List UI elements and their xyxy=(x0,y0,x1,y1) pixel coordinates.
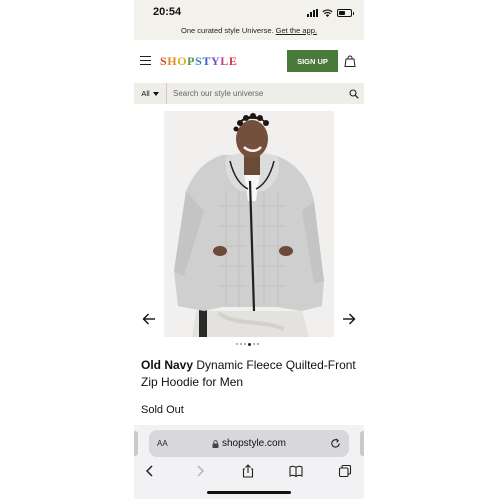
next-image-arrow-icon[interactable] xyxy=(342,312,356,326)
logo-letter: T xyxy=(202,54,211,68)
logo-letter: E xyxy=(228,54,238,68)
promo-banner: One curated style Universe. Get the app. xyxy=(134,24,364,40)
menu-icon[interactable] xyxy=(140,56,151,65)
logo-letter: P xyxy=(187,54,196,68)
battery-icon xyxy=(337,9,354,17)
carousel-dots[interactable] xyxy=(236,342,259,346)
url-display[interactable]: shopstyle.com xyxy=(212,438,286,449)
previous-tab-edge[interactable] xyxy=(134,431,138,456)
lock-icon xyxy=(212,439,219,448)
search-icon[interactable] xyxy=(344,83,364,104)
caret-down-icon xyxy=(152,91,159,96)
tabs-icon[interactable] xyxy=(338,464,352,478)
text-size-button[interactable]: AA xyxy=(157,439,168,448)
product-brand[interactable]: Old Navy xyxy=(141,358,193,372)
next-tab-edge[interactable] xyxy=(360,431,364,456)
product-photo-illustration xyxy=(164,111,334,337)
carousel-dot[interactable] xyxy=(248,342,251,346)
phone-screen: 20:54 One curated style Universe. Get th… xyxy=(134,0,364,499)
search-bar: All xyxy=(134,83,364,104)
logo-letter: Y xyxy=(210,54,221,68)
shopstyle-logo[interactable]: SHOPSTYLE xyxy=(160,54,237,69)
url-text: shopstyle.com xyxy=(222,438,286,449)
status-icons xyxy=(307,7,354,17)
wifi-icon xyxy=(322,9,333,17)
logo-letter: H xyxy=(167,54,178,68)
stock-status: Sold Out xyxy=(141,404,184,416)
product-image[interactable] xyxy=(164,111,334,337)
previous-image-arrow-icon[interactable] xyxy=(142,312,156,326)
signal-icon xyxy=(307,9,318,17)
address-bar[interactable]: AA shopstyle.com xyxy=(149,430,349,457)
clock: 20:54 xyxy=(153,6,182,18)
carousel-dot[interactable] xyxy=(240,343,242,345)
shopping-bag-icon[interactable] xyxy=(344,55,356,67)
promo-text: One curated style Universe. xyxy=(181,26,274,35)
browser-chrome: AA shopstyle.com xyxy=(134,425,364,499)
bookmarks-icon[interactable] xyxy=(289,464,303,478)
category-label: All xyxy=(141,89,150,98)
product-title: Old Navy Dynamic Fleece Quilted-Front Zi… xyxy=(141,357,359,391)
reload-icon[interactable] xyxy=(330,438,341,449)
category-select[interactable]: All xyxy=(134,83,167,104)
share-icon[interactable] xyxy=(241,464,255,478)
site-header: SHOPSTYLE SIGN UP xyxy=(134,44,364,78)
logo-letter: O xyxy=(177,54,188,68)
forward-icon[interactable] xyxy=(193,464,207,478)
carousel-dot[interactable] xyxy=(244,343,246,345)
carousel-dot[interactable] xyxy=(257,343,259,345)
get-app-link[interactable]: Get the app. xyxy=(276,26,317,35)
browser-toolbar xyxy=(134,459,364,483)
home-indicator xyxy=(207,491,291,494)
carousel-dot[interactable] xyxy=(253,343,255,345)
logo-letter: L xyxy=(220,54,229,68)
search-input[interactable] xyxy=(167,83,344,104)
sign-up-button[interactable]: SIGN UP xyxy=(287,50,338,72)
back-icon[interactable] xyxy=(143,464,157,478)
status-bar: 20:54 xyxy=(134,0,364,24)
carousel-dot[interactable] xyxy=(236,343,238,345)
